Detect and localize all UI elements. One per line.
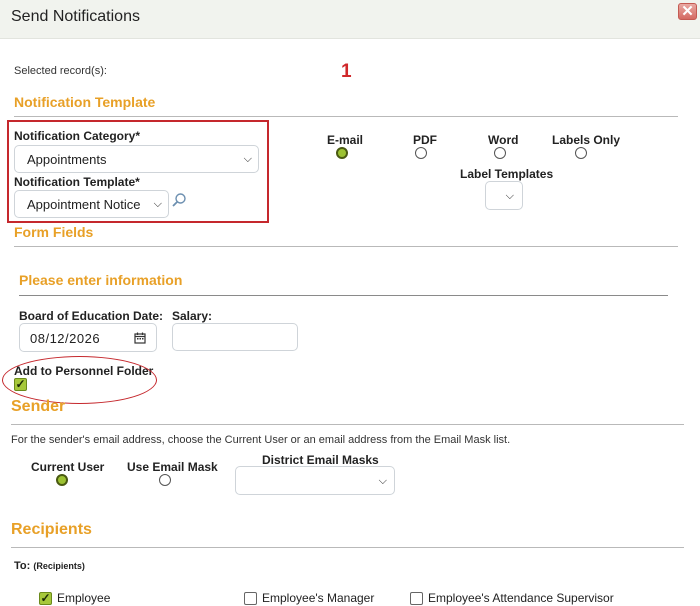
use-email-mask-radio[interactable] xyxy=(159,474,171,486)
label-templates-label: Label Templates xyxy=(460,167,554,181)
to-sub-label: (Recipients) xyxy=(33,561,85,571)
chevron-down-icon: ⌵ xyxy=(378,475,387,487)
board-date-label: Board of Education Date: xyxy=(19,309,164,323)
delivery-word-label: Word xyxy=(488,133,519,147)
recipients-heading: Recipients xyxy=(11,521,92,538)
delivery-labels-only-radio[interactable] xyxy=(575,147,587,159)
sender-heading: Sender xyxy=(11,398,66,415)
delivery-labels-only-label: Labels Only xyxy=(552,133,621,147)
recipient-employee-checkbox[interactable]: ✓ xyxy=(39,592,52,605)
district-email-masks-select[interactable]: ⌵ xyxy=(235,466,395,495)
recipient-manager-checkbox[interactable] xyxy=(244,592,257,605)
recipients-to: To: (Recipients) xyxy=(14,560,85,572)
recipient-attendance-supervisor-checkbox[interactable] xyxy=(410,592,423,605)
delivery-word-radio[interactable] xyxy=(494,147,506,159)
use-email-mask-label: Use Email Mask xyxy=(127,460,218,474)
board-date-input[interactable]: 08/12/2026 xyxy=(19,323,157,352)
highlight-box xyxy=(7,120,269,223)
close-icon[interactable]: ✕ xyxy=(678,3,697,20)
notification-template-heading: Notification Template xyxy=(14,94,156,110)
board-date-value: 08/12/2026 xyxy=(30,331,101,346)
recipient-attendance-supervisor-label: Employee's Attendance Supervisor xyxy=(428,591,614,605)
delivery-email-label: E-mail xyxy=(327,133,364,147)
divider xyxy=(14,116,678,117)
calendar-icon[interactable] xyxy=(134,332,146,344)
divider xyxy=(14,246,678,247)
to-label: To: xyxy=(14,560,31,572)
label-templates-select[interactable]: ⌵ xyxy=(485,181,523,210)
sender-description: For the sender's email address, choose t… xyxy=(11,434,511,446)
please-enter-information-heading: Please enter information xyxy=(19,272,183,288)
chevron-down-icon: ⌵ xyxy=(505,190,514,202)
highlight-oval xyxy=(2,356,157,404)
salary-label: Salary: xyxy=(172,309,213,323)
current-user-label: Current User xyxy=(31,460,105,474)
recipient-manager-label: Employee's Manager xyxy=(262,591,375,605)
divider xyxy=(19,295,668,296)
delivery-pdf-radio[interactable] xyxy=(415,147,427,159)
divider xyxy=(11,424,684,425)
salary-input[interactable] xyxy=(172,323,298,351)
divider xyxy=(11,547,684,548)
form-fields-heading: Form Fields xyxy=(14,224,94,240)
selected-records-count: 1 xyxy=(341,61,352,82)
selected-records-label: Selected record(s): xyxy=(14,65,107,77)
delivery-pdf-label: PDF xyxy=(413,133,437,147)
delivery-email-radio[interactable] xyxy=(336,147,348,159)
recipient-employee-label: Employee xyxy=(57,591,111,605)
current-user-radio[interactable] xyxy=(56,474,68,486)
district-email-masks-label: District Email Masks xyxy=(262,453,379,467)
dialog-title: Send Notifications xyxy=(11,8,140,25)
